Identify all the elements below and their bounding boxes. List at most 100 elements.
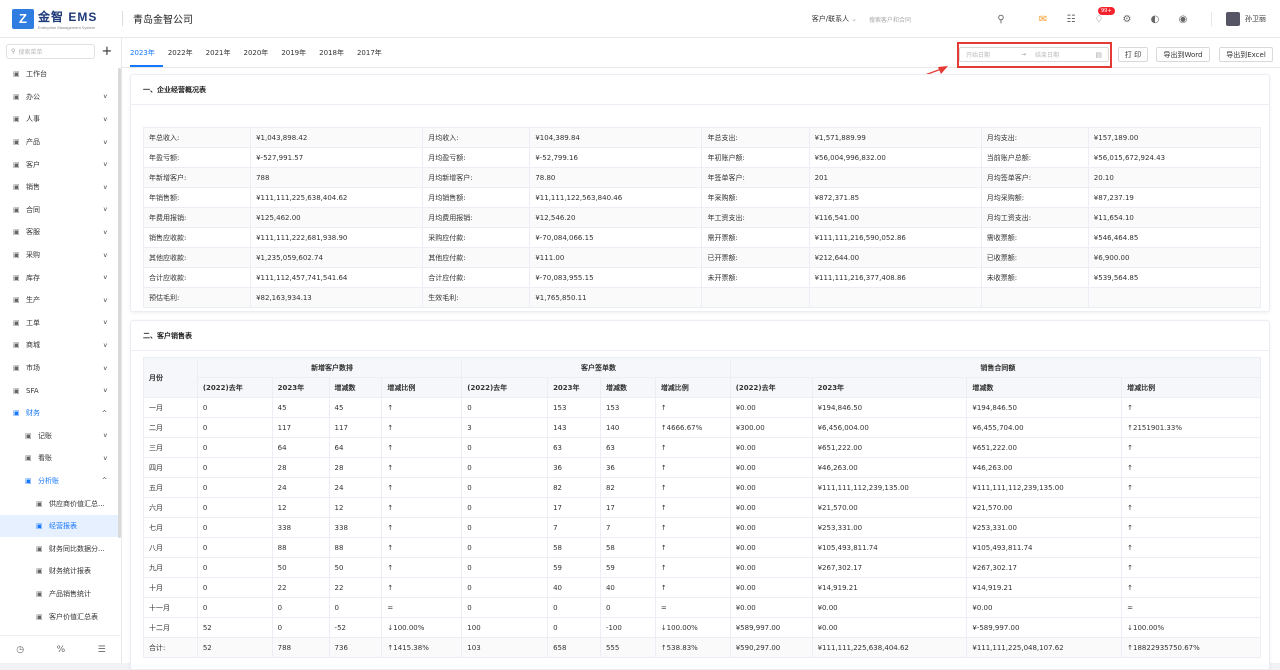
sidebar-item-14[interactable]: ▣ SFA v [0, 379, 121, 402]
table-cell: ↑1415.38% [381, 637, 463, 658]
column-header: 增减比例 [1121, 377, 1261, 398]
overview-value: ¥-70,083,955.15 [529, 267, 703, 288]
table-cell: 88 [328, 537, 383, 558]
overview-value: ¥87,237.19 [1087, 187, 1262, 208]
sidebar-item-1[interactable]: ▣ 办公 v [0, 86, 121, 109]
tab-year-3[interactable]: 2020年 [243, 48, 276, 67]
sidebar-item-7[interactable]: ▣ 客服 v [0, 221, 121, 244]
table-cell: 52 [196, 617, 273, 638]
overview-label: 已收票额: [980, 247, 1089, 268]
table-cell: 17 [599, 497, 656, 518]
search-type-select[interactable]: 客户/联系人 ⌄ [812, 14, 857, 24]
sidebar-scrollbar[interactable] [118, 68, 121, 538]
table-cell: 658 [547, 637, 601, 658]
theme-icon[interactable]: ◐ [1149, 13, 1161, 25]
list-settings-icon[interactable]: ☰ [98, 645, 106, 655]
sidebar-sub-item-1[interactable]: ▣ 看账 v [0, 447, 121, 470]
sidebar-report-item-0[interactable]: ▣ 供应商价值汇总... [0, 492, 121, 515]
overview-title: 一、企业经营概况表 [131, 75, 1269, 105]
bell-icon[interactable]: ♢ 99+ [1093, 7, 1115, 25]
overview-value [808, 287, 982, 308]
sidebar-item-13[interactable]: ▣ 市场 v [0, 357, 121, 380]
overview-value: ¥116,541.00 [808, 207, 982, 228]
table-row: 年总收入: ¥1,043,898.42 月均收入: ¥104,389.84 年总支出: ¥… [142, 127, 1262, 148]
table-cell: ¥105,493,811.74 [811, 537, 968, 558]
logo-subtitle: Enterprise Management System [38, 24, 96, 30]
table-cell: 22 [271, 577, 330, 598]
app-logo[interactable]: Z 金智 EMS Enterprise Management System [12, 8, 122, 30]
logo-icon: Z [12, 8, 34, 29]
sidebar-item-8[interactable]: ▣ 采购 v [0, 244, 121, 267]
sidebar-item-12[interactable]: ▣ 商城 v [0, 334, 121, 357]
settings-icon[interactable]: ◉ [1177, 13, 1189, 25]
table-cell: ¥6,456,004.00 [811, 417, 968, 438]
tab-year-1[interactable]: 2022年 [168, 48, 201, 67]
tab-year-5[interactable]: 2018年 [319, 48, 352, 67]
table-cell: 17 [547, 497, 601, 518]
user-menu[interactable]: 孙卫丽 [1211, 12, 1266, 26]
table-cell: ↑ [1121, 437, 1261, 458]
sfa-icon: ▣ [13, 386, 20, 395]
table-cell: 338 [328, 517, 383, 538]
contacts-icon[interactable]: ☷ [1065, 13, 1077, 25]
table-cell: ↑ [381, 497, 463, 518]
menu-search-input[interactable]: ⚲ 搜索菜单 [6, 44, 95, 59]
sidebar-item-6[interactable]: ▣ 合同 v [0, 199, 121, 222]
sidebar-item-0[interactable]: ▣ 工作台 [0, 63, 121, 86]
overview-value: ¥111,111,216,590,052.86 [808, 227, 982, 248]
tab-year-6[interactable]: 2017年 [357, 48, 390, 67]
export-excel-button[interactable]: 导出到Excel [1219, 47, 1273, 62]
tab-year-2[interactable]: 2021年 [206, 48, 239, 67]
sidebar-item-3[interactable]: ▣ 产品 v [0, 131, 121, 154]
sidebar-sub-item-2[interactable]: ▣ 分析账 ^ [0, 470, 121, 493]
table-row: 合计: 52 788 736 ↑1415.38% 103 658 555 ↑538.83% ¥59… [143, 637, 1261, 658]
overview-value: ¥872,371.85 [808, 187, 982, 208]
sidebar-item-4[interactable]: ▣ 客户 v [0, 153, 121, 176]
print-button[interactable]: 打 印 [1118, 47, 1148, 62]
menu-label: 分析账 [38, 476, 59, 485]
export-word-button[interactable]: 导出到Word [1156, 47, 1210, 62]
sidebar-report-item-3[interactable]: ▣ 财务统计报表 [0, 560, 121, 583]
history-icon[interactable]: ◷ [16, 645, 24, 655]
overview-label: 当前账户总额: [980, 147, 1089, 168]
table-cell: ↑ [1121, 397, 1261, 418]
search-icon[interactable]: ⚲ [995, 13, 1007, 25]
global-search-input[interactable]: 搜索客户和合同 [869, 15, 979, 24]
overview-label: 年工资支出: [701, 207, 810, 228]
tab-year-0[interactable]: 2023年 [130, 48, 163, 67]
overview-label: 需收票额: [980, 227, 1089, 248]
table-cell: 59 [599, 557, 656, 578]
sidebar-item-10[interactable]: ▣ 生产 v [0, 289, 121, 312]
sidebar-item-5[interactable]: ▣ 销售 v [0, 176, 121, 199]
percent-icon[interactable]: % [57, 645, 66, 655]
sidebar-item-11[interactable]: ▣ 工单 v [0, 312, 121, 335]
column-header: 增减比例 [381, 377, 463, 398]
sidebar-sub-item-0[interactable]: ▣ 记账 v [0, 425, 121, 448]
add-menu-button[interactable]: + [99, 44, 115, 59]
sidebar-item-2[interactable]: ▣ 人事 v [0, 108, 121, 131]
table-cell: 0 [461, 497, 549, 518]
sidebar-report-item-4[interactable]: ▣ 产品销售统计 [0, 583, 121, 606]
sidebar-report-item-1[interactable]: ▣ 经营报表 [0, 514, 121, 538]
table-cell: ↑2151901.33% [1121, 417, 1261, 438]
group-header: 新增客户数排 [196, 357, 463, 378]
table-cell: 7 [547, 517, 601, 538]
speaker-icon[interactable]: ✉ [1037, 13, 1049, 25]
overview-label: 年盈亏额: [142, 147, 252, 168]
table-cell: 九月 [143, 557, 198, 578]
sidebar-report-item-5[interactable]: ▣ 客户价值汇总表 [0, 605, 121, 628]
tab-year-4[interactable]: 2019年 [281, 48, 314, 67]
gear-icon[interactable]: ⚙ [1121, 13, 1133, 25]
overview-label: 年签单客户: [701, 167, 810, 188]
table-row: 六月 0 12 12 ↑ 0 17 17 ↑ ¥0.00 ¥21,570.00 ¥21,570.00 ↑ [143, 497, 1261, 518]
table-cell: 22 [328, 577, 383, 598]
group-header: 客户签单数 [461, 357, 731, 378]
table-cell: 3 [461, 417, 549, 438]
table-cell: 140 [599, 417, 656, 438]
sidebar-report-item-2[interactable]: ▣ 财务同比数据分... [0, 537, 121, 560]
sidebar-item-9[interactable]: ▣ 库存 v [0, 266, 121, 289]
table-cell: ¥267,302.17 [811, 557, 968, 578]
overview-label: 年初账户额: [701, 147, 810, 168]
sidebar-item-15[interactable]: ▣ 财务 ^ [0, 402, 121, 425]
table-cell: ¥0.00 [966, 597, 1123, 618]
